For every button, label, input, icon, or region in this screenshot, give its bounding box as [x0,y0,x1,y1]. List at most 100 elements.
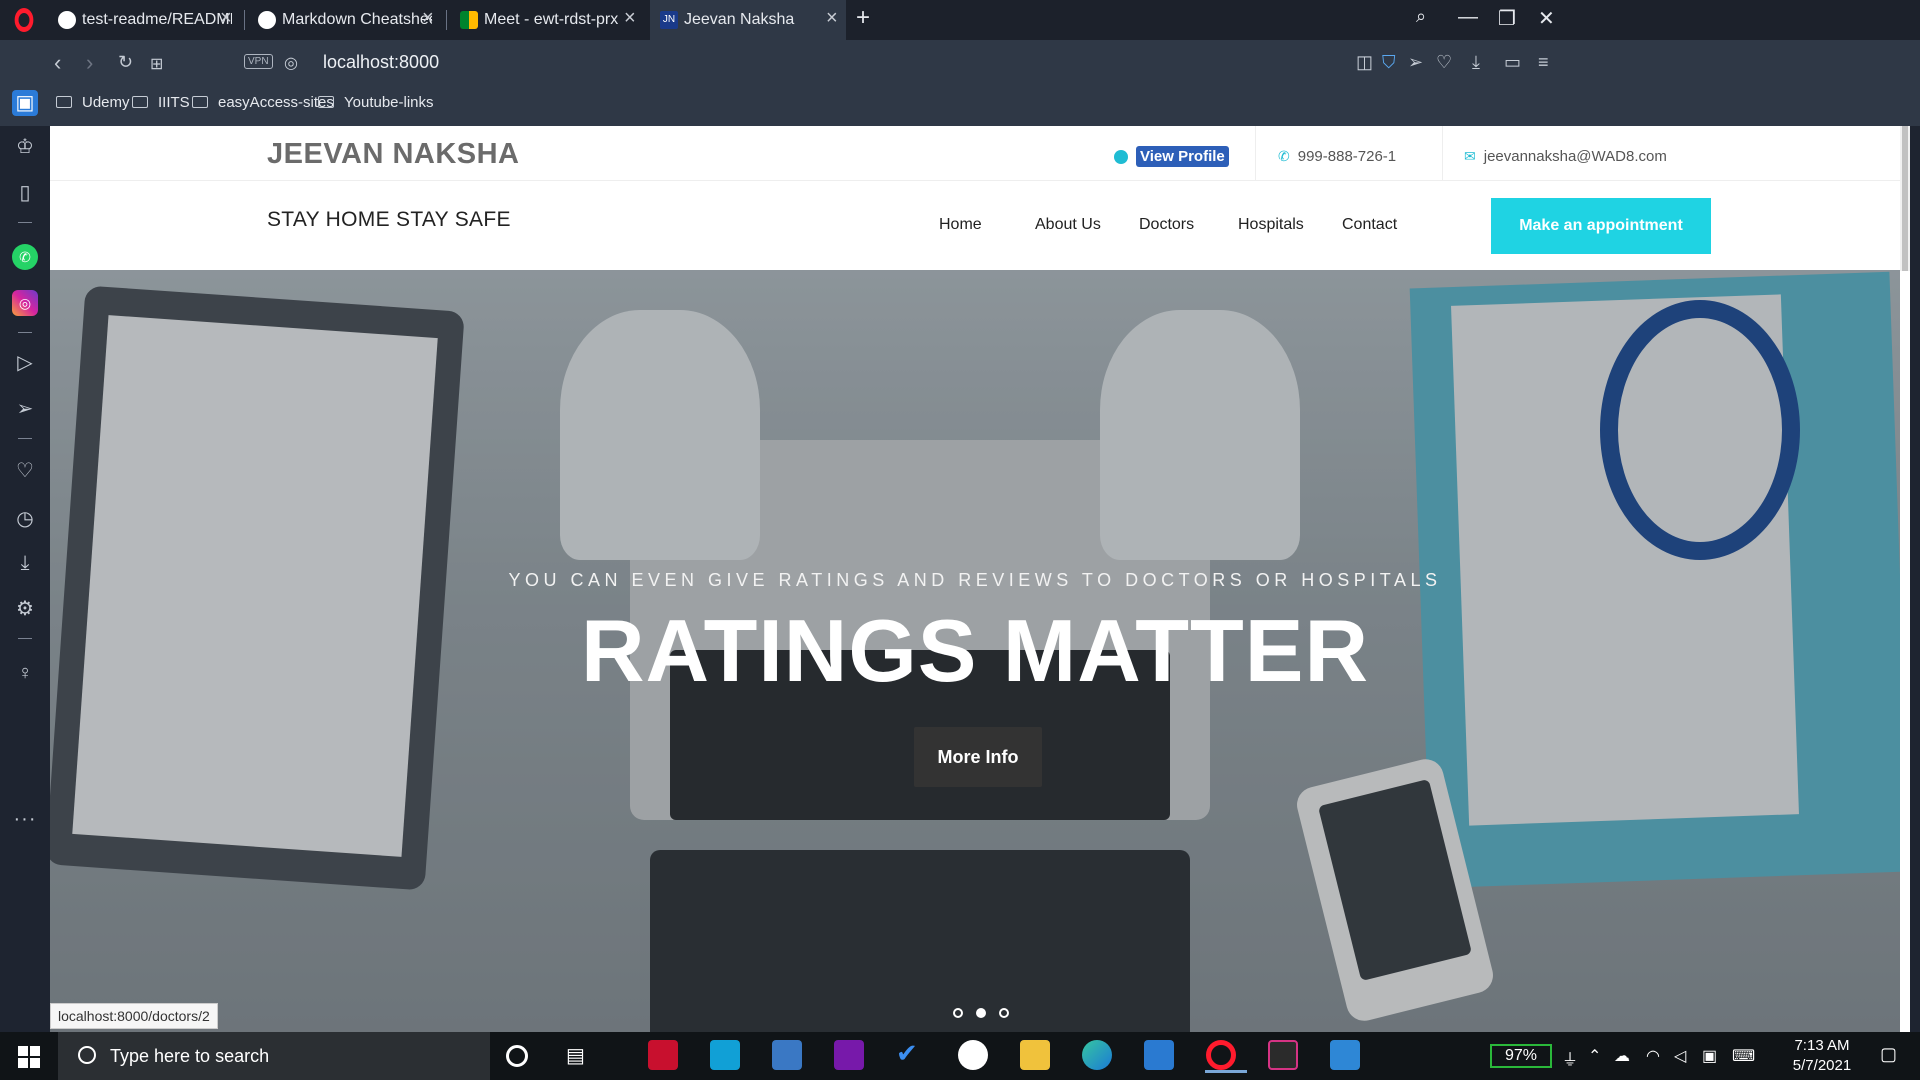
close-window-icon[interactable]: ✕ [1538,6,1555,31]
more-info-button[interactable]: More Info [914,727,1042,787]
windows-start-icon[interactable] [18,1046,40,1068]
top-header: JEEVAN NAKSHA View Profile ✆ 999-888-726-… [50,126,1900,181]
keyboard-icon[interactable]: ⌨ [1732,1046,1755,1066]
reload-icon[interactable]: ↻ [118,52,133,73]
cortana-icon[interactable] [506,1045,528,1067]
settings-icon[interactable]: ⚙ [12,596,38,622]
photos-icon[interactable] [1330,1040,1360,1070]
reader-icon[interactable]: ▯ [12,180,38,206]
carousel-dot-1[interactable] [953,1008,963,1018]
camera-icon[interactable]: ▣ [1702,1046,1717,1066]
power-plug-icon[interactable]: ⏚ [1562,1046,1578,1070]
sidebar-separator [18,332,32,333]
nav-home[interactable]: Home [939,216,982,234]
google-meet-icon [460,11,478,29]
tab-meet[interactable]: Meet - ewt-rdst-prx [450,0,646,40]
taskbar-search-input[interactable]: Type here to search [58,1032,490,1080]
nav-doctors[interactable]: Doctors [1139,216,1194,234]
battery-saver-icon[interactable]: ▭ [1504,52,1521,73]
email-contact: ✉ jeevannaksha@WAD8.com [1464,148,1667,165]
snapshot-icon[interactable]: ◫ [1356,52,1373,73]
nav-contact[interactable]: Contact [1342,216,1397,234]
carousel-dot-3[interactable] [999,1008,1009,1018]
easy-setup-icon[interactable]: ≡ [1538,52,1549,73]
system-clock[interactable]: 7:13 AM 5/7/2021 [1772,1036,1872,1076]
close-tab-icon[interactable]: × [624,7,636,30]
lync-icon[interactable] [710,1040,740,1070]
bookmark-udemy[interactable]: Udemy [56,94,130,111]
bookmark-iiits[interactable]: IIITS [132,94,190,111]
search-tabs-icon[interactable]: ⌕ [1416,6,1426,27]
wps-icon[interactable] [958,1040,988,1070]
whatsapp-icon[interactable]: ✆ [12,244,38,270]
close-tab-icon[interactable]: × [826,7,838,30]
vscode-icon[interactable] [1144,1040,1174,1070]
lightbulb-icon[interactable]: ♀ [12,660,38,686]
terminal-icon[interactable] [1268,1040,1298,1070]
workspace-icon[interactable]: ▣ [12,90,38,116]
mail-icon: ✉ [1464,148,1476,164]
minimize-icon[interactable]: — [1458,6,1478,29]
hero-title: RATINGS MATTER [581,601,1369,700]
close-tab-icon[interactable]: × [220,7,232,30]
send-icon[interactable]: ➢ [12,396,38,422]
bookmark-easyaccess-sites[interactable]: easyAccess-sites [192,94,334,111]
onenote-icon[interactable] [834,1040,864,1070]
tab-separator [244,10,245,30]
task-view-icon[interactable]: ▤ [566,1043,596,1073]
scrollbar[interactable] [1900,126,1910,271]
clock-time: 7:13 AM [1794,1037,1850,1054]
view-profile-button[interactable]: View Profile [1136,146,1229,167]
volume-icon[interactable]: ◁ [1674,1046,1686,1066]
wifi-icon[interactable]: ◠ [1646,1046,1660,1066]
download-icon[interactable]: ⤓ [1472,52,1480,73]
tab-markdown-cheatsheet[interactable]: Markdown Cheatsheet · ad [248,0,444,40]
todo-icon[interactable]: ✔ [896,1038,926,1068]
hero-subtitle: YOU CAN EVEN GIVE RATINGS AND REVIEWS TO… [508,570,1442,590]
crown-icon[interactable]: ♔ [12,134,38,160]
edge-icon[interactable] [1082,1040,1112,1070]
tab-readme[interactable]: test-readme/README.md a [48,0,244,40]
sidebar-separator [18,638,32,639]
back-icon[interactable]: ‹ [54,50,61,76]
folder-icon [192,96,208,108]
clock-date: 5/7/2021 [1792,1057,1852,1074]
battery-indicator[interactable]: 97% [1490,1044,1552,1068]
more-icon[interactable]: ··· [12,806,38,832]
github-icon [58,11,76,29]
heart-icon[interactable]: ♡ [12,458,38,484]
instagram-icon[interactable]: ◎ [12,290,38,316]
mcafee-icon[interactable] [648,1040,678,1070]
history-icon[interactable]: ◷ [12,506,38,532]
restore-icon[interactable]: ❐ [1498,6,1516,31]
onedrive-icon[interactable]: ☁ [1614,1046,1630,1066]
notifications-icon[interactable]: ▢ [1880,1044,1897,1065]
player-icon[interactable]: ▷ [12,350,38,376]
make-appointment-button[interactable]: Make an appointment [1491,198,1711,254]
heart-icon[interactable]: ♡ [1436,52,1452,73]
tab-jeevan-naksha[interactable]: JN Jeevan Naksha [650,0,846,40]
site-brand[interactable]: JEEVAN NAKSHA [267,138,520,171]
url-input[interactable]: localhost:8000 [323,52,439,73]
new-tab-icon[interactable]: + [856,4,870,32]
bookmark-label: Udemy [82,94,130,111]
store-icon[interactable] [772,1040,802,1070]
file-explorer-icon[interactable] [1020,1040,1050,1070]
bookmark-youtube-links[interactable]: Youtube-links [318,94,434,111]
tab-title: Meet - ewt-rdst-prx [484,11,619,28]
divider [1255,126,1256,181]
send-icon[interactable]: ➢ [1408,52,1423,73]
carousel-dot-2[interactable] [976,1008,986,1018]
downloads-icon[interactable]: ⤓ [12,550,38,576]
nav-about-us[interactable]: About Us [1035,216,1101,234]
opera-taskbar-icon[interactable] [1205,1040,1247,1073]
speed-dial-icon[interactable]: ⊞ [150,54,163,74]
shield-icon[interactable]: ⛉ [1382,52,1396,73]
nav-hospitals[interactable]: Hospitals [1238,216,1304,234]
forward-icon[interactable]: › [86,50,93,76]
close-tab-icon[interactable]: × [422,7,434,30]
opera-logo-icon[interactable] [14,8,34,32]
jn-icon: JN [660,11,678,29]
chevron-up-icon[interactable]: ⌃ [1588,1046,1601,1066]
vpn-badge[interactable]: VPN [244,54,273,69]
